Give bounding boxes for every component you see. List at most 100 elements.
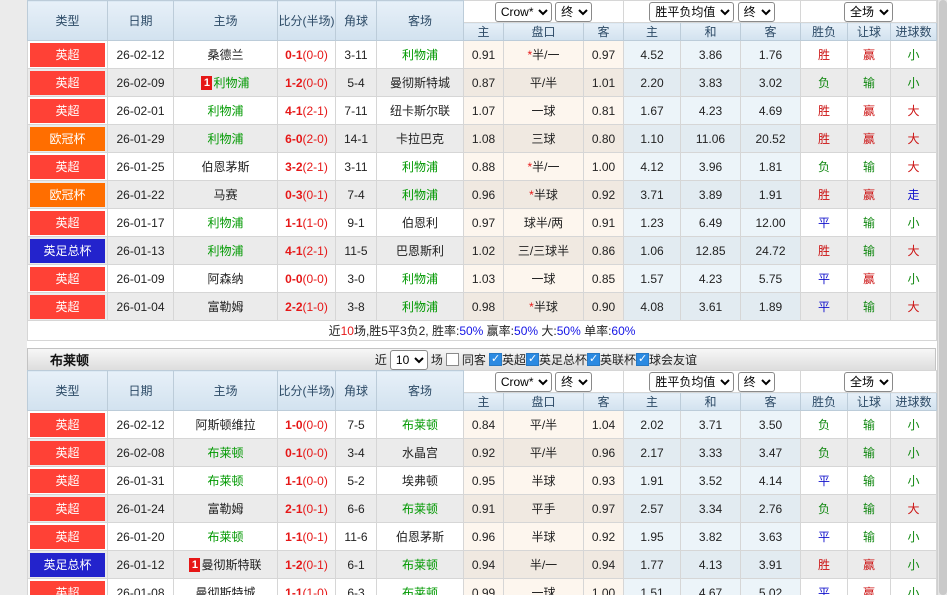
crow-away-odds: 0.96 [584,439,624,467]
team-name: 布莱顿 [207,474,243,488]
handicap-star-icon: * [527,160,532,174]
crow-home-odds: 0.87 [464,69,504,97]
avg-select-cell: 胜平负均值 终 [624,371,801,393]
league-type-cell: 英超 [28,411,108,439]
league-checkbox-英超[interactable] [489,353,502,366]
crow-home-odds: 0.95 [464,467,504,495]
result-win-draw-lose: 胜 [801,125,848,153]
liverpool-history-table: 类型 日期 主场 比分(半场) 角球 客场 Crow* 终 胜平负均值 终 [27,0,937,341]
summary-text-part: 场,胜5平3负2, 胜率: [354,324,459,338]
handicap-result: 赢 [848,181,891,209]
corners-count: 7-5 [336,411,377,439]
fulltime-score: 1-0 [285,418,302,432]
league-checkbox-英足总杯[interactable] [526,353,539,366]
result-win-draw-lose: 负 [801,69,848,97]
table-row: 英超 26-02-09 1利物浦 1-2(0-0) 5-4 曼彻斯特城 0.87… [28,69,937,97]
corners-count: 3-0 [336,265,377,293]
scope-select[interactable]: 全场 [844,2,893,22]
score-halftime: 0-1(0-0) [278,439,336,467]
avg-draw-odds: 3.89 [681,181,741,209]
league-type-badge: 英超 [30,71,105,95]
league-type-badge: 英超 [30,99,105,123]
goals-over-under: 大 [891,97,937,125]
table-row: 英超 26-01-31 布莱顿 1-1(0-0) 5-2 埃弗顿 0.95 半球… [28,467,937,495]
summary-text-part: 60% [611,324,635,338]
home-team: 马赛 [174,181,278,209]
home-team: 利物浦 [174,125,278,153]
league-type-cell: 英超 [28,579,108,595]
league-checkbox-英联杯[interactable] [587,353,600,366]
asian-handicap-line: 半球 [504,523,584,551]
fulltime-score: 0-1 [285,48,302,62]
halftime-score: (2-0) [303,132,328,146]
fulltime-score: 4-1 [285,104,302,118]
scrollbar-thumb[interactable] [939,0,947,595]
crow-home-odds: 1.08 [464,125,504,153]
avg-away-odds: 3.47 [741,439,801,467]
scope-select-2[interactable]: 全场 [844,372,893,392]
league-type-cell: 欧冠杯 [28,181,108,209]
col-header-score: 比分(半场) [278,371,336,411]
league-checkbox-label: 英超 [502,353,526,367]
same-away-checkbox[interactable] [446,353,459,366]
odds-stage-select-2[interactable]: 终 [555,372,592,392]
league-type-badge: 英超 [30,295,105,319]
league-filter-checkboxes: 英超英足总杯英联杯球会友谊 [489,351,697,368]
avg-away-odds: 3.63 [741,523,801,551]
goals-over-under: 大 [891,237,937,265]
halftime-score: (0-0) [303,418,328,432]
table-row: 英超 26-02-12 桑德兰 0-1(0-0) 3-11 利物浦 0.91 *… [28,41,937,69]
corners-count: 9-1 [336,209,377,237]
score-halftime: 1-2(0-0) [278,69,336,97]
league-checkbox-球会友谊[interactable] [636,353,649,366]
avg-draw-odds: 3.96 [681,153,741,181]
avg-odds-select-2[interactable]: 胜平负均值 [649,372,734,392]
league-type-badge: 欧冠杯 [30,183,105,207]
team-name: 卡拉巴克 [396,132,444,146]
col-header-avg-draw: 和 [681,23,741,41]
home-team: 1利物浦 [174,69,278,97]
match-count-select[interactable]: 10 [390,350,428,370]
same-away-label: 同客 [462,351,486,368]
avg-stage-select-2[interactable]: 终 [738,372,775,392]
fulltime-score: 6-0 [285,132,302,146]
asian-handicap-line: 半/一 [504,551,584,579]
bookmaker-select[interactable]: Crow* [495,2,552,22]
odds-stage-select[interactable]: 终 [555,2,592,22]
goals-over-under: 小 [891,209,937,237]
col-header-crow-away: 客 [584,23,624,41]
vertical-scrollbar[interactable] [937,0,947,595]
league-type-badge: 英足总杯 [30,553,105,577]
away-team: 巴恩斯利 [377,237,464,265]
away-team: 卡拉巴克 [377,125,464,153]
bookmaker-select-2[interactable]: Crow* [495,372,552,392]
result-win-draw-lose: 平 [801,293,848,321]
league-checkbox-label: 英足总杯 [539,353,587,367]
home-team: 1曼彻斯特联 [174,551,278,579]
corners-count: 6-3 [336,579,377,595]
halftime-score: (1-0) [303,300,328,314]
avg-stage-select[interactable]: 终 [738,2,775,22]
crow-away-odds: 0.91 [584,209,624,237]
league-type-cell: 英足总杯 [28,237,108,265]
col-header-date: 日期 [108,371,174,411]
avg-odds-select[interactable]: 胜平负均值 [649,2,734,22]
match-date: 26-01-08 [108,579,174,595]
team-name: 马赛 [213,188,237,202]
league-type-cell: 英超 [28,467,108,495]
avg-draw-odds: 4.23 [681,265,741,293]
handicap-result: 赢 [848,125,891,153]
handicap-result: 输 [848,69,891,97]
home-team: 伯恩茅斯 [174,153,278,181]
asian-handicap-line: *半球 [504,293,584,321]
summary-text-part: 50% [459,324,483,338]
league-type-cell: 英超 [28,41,108,69]
home-team: 布莱顿 [174,467,278,495]
col-header-result: 胜负 [801,23,848,41]
crow-home-odds: 0.88 [464,153,504,181]
avg-draw-odds: 4.23 [681,97,741,125]
goals-over-under: 小 [891,523,937,551]
fulltime-score: 1-1 [285,530,302,544]
crow-home-odds: 0.91 [464,495,504,523]
col-header-corners: 角球 [336,1,377,41]
